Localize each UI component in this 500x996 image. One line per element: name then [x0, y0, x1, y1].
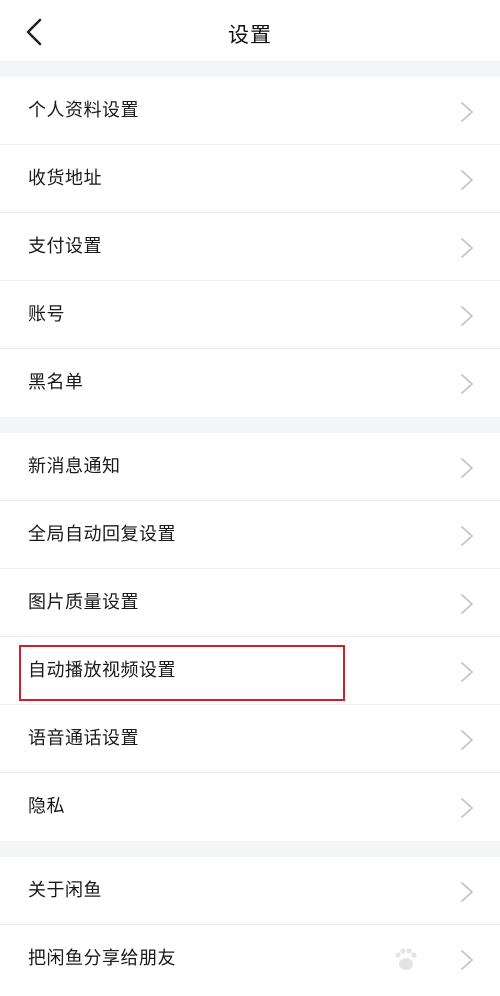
row-label: 关于闲鱼 [28, 880, 102, 901]
chevron-right-icon [461, 102, 473, 122]
settings-group-general: 新消息通知 全局自动回复设置 图片质量设置 自动播放视频设置 语音通话设置 隐私 [0, 433, 500, 841]
watermark-logo [395, 948, 417, 970]
page-title: 设置 [228, 23, 272, 47]
chevron-right-icon [461, 374, 473, 394]
nav-bar: 设置 [0, 0, 500, 61]
section-gap [0, 61, 500, 77]
chevron-right-icon [461, 526, 473, 546]
row-label: 黑名单 [28, 372, 84, 393]
settings-row-voice-call[interactable]: 语音通话设置 [0, 705, 500, 773]
settings-row-address[interactable]: 收货地址 [0, 145, 500, 213]
row-label: 把闲鱼分享给朋友 [28, 948, 176, 969]
chevron-right-icon [461, 662, 473, 682]
settings-row-payment[interactable]: 支付设置 [0, 213, 500, 281]
row-label: 自动播放视频设置 [28, 660, 176, 681]
section-gap [0, 417, 500, 433]
settings-row-account[interactable]: 账号 [0, 281, 500, 349]
settings-row-about[interactable]: 关于闲鱼 [0, 857, 500, 925]
row-label: 支付设置 [28, 236, 102, 257]
row-label: 账号 [28, 304, 65, 325]
row-label: 图片质量设置 [28, 592, 139, 613]
chevron-right-icon [461, 594, 473, 614]
row-label: 个人资料设置 [28, 100, 139, 121]
row-label: 新消息通知 [28, 456, 121, 477]
settings-row-auto-reply[interactable]: 全局自动回复设置 [0, 501, 500, 569]
settings-row-autoplay-video[interactable]: 自动播放视频设置 [0, 637, 500, 705]
chevron-right-icon [461, 458, 473, 478]
settings-row-privacy[interactable]: 隐私 [0, 773, 500, 841]
row-label: 隐私 [28, 796, 65, 817]
row-label: 语音通话设置 [28, 728, 139, 749]
chevron-right-icon [461, 306, 473, 326]
settings-row-notifications[interactable]: 新消息通知 [0, 433, 500, 501]
settings-row-profile[interactable]: 个人资料设置 [0, 77, 500, 145]
row-label: 收货地址 [28, 168, 102, 189]
chevron-right-icon [461, 798, 473, 818]
settings-group-account: 个人资料设置 收货地址 支付设置 账号 黑名单 [0, 77, 500, 417]
section-gap [0, 841, 500, 857]
chevron-right-icon [461, 238, 473, 258]
settings-row-image-quality[interactable]: 图片质量设置 [0, 569, 500, 637]
chevron-right-icon [461, 170, 473, 190]
row-label: 全局自动回复设置 [28, 524, 176, 545]
chevron-right-icon [461, 882, 473, 902]
settings-row-blacklist[interactable]: 黑名单 [0, 349, 500, 417]
chevron-right-icon [461, 730, 473, 750]
